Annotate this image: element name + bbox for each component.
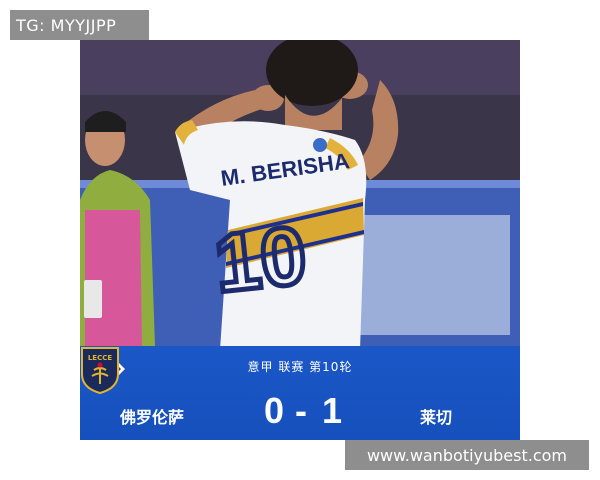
home-score: 0 [264,390,285,431]
round-label: 意甲 联赛 第10轮 [247,360,353,374]
score-separator: - [295,390,307,431]
home-team-name: 佛罗伦萨 [120,408,185,427]
score-panel: 意甲 联赛 第10轮 佛罗伦萨 0 - 1 LECCE 莱切 [80,346,520,440]
telegram-watermark: TG: MYYJJPP [10,10,149,40]
website-watermark: www.wanbotiyubest.com [345,440,589,470]
lecce-crest-text: LECCE [88,354,113,362]
away-team-name: 莱切 [420,408,453,427]
away-score: 1 [322,390,343,431]
shirt-number: 10 [210,210,310,310]
match-photo: M. BERISHA 10 意甲 联赛 第10轮 佛罗伦萨 0 - 1 LECC… [80,40,520,440]
board-highlight [350,215,510,335]
lecce-crest-icon: LECCE [81,347,119,394]
